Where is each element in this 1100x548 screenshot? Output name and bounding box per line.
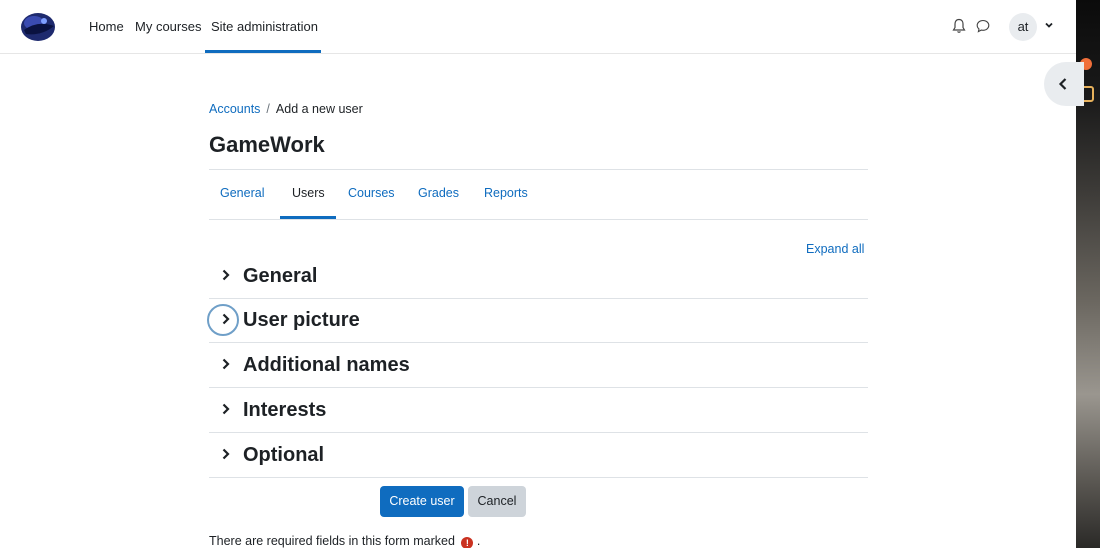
nav-active-indicator [205, 50, 321, 53]
divider [209, 387, 868, 388]
section-interests[interactable]: Interests [209, 389, 868, 433]
divider [209, 432, 868, 433]
section-title: Interests [243, 399, 327, 421]
section-title: General [243, 265, 318, 287]
create-user-button[interactable]: Create user [380, 486, 464, 517]
nav-home[interactable]: Home [89, 19, 124, 34]
breadcrumb-separator: / [266, 102, 270, 116]
chevron-right-icon [222, 448, 230, 460]
open-drawer-button[interactable] [1044, 62, 1084, 106]
tab-general[interactable]: General [220, 186, 264, 200]
nav-site-administration[interactable]: Site administration [211, 19, 318, 34]
section-general[interactable]: General [209, 255, 868, 299]
cancel-button[interactable]: Cancel [468, 486, 526, 517]
section-title: User picture [243, 309, 360, 331]
breadcrumb-accounts-link[interactable]: Accounts [209, 102, 260, 116]
site-logo[interactable] [18, 10, 58, 44]
nav-my-courses[interactable]: My courses [135, 19, 201, 34]
chevron-right-icon [222, 358, 230, 370]
chevron-right-icon [222, 269, 230, 281]
tab-courses[interactable]: Courses [348, 186, 395, 200]
breadcrumb: Accounts / Add a new user [209, 102, 363, 116]
required-note-text: There are required fields in this form m… [209, 534, 455, 548]
section-additional-names[interactable]: Additional names [209, 344, 868, 388]
section-title: Additional names [243, 354, 410, 376]
divider [209, 342, 868, 343]
required-icon: ! [461, 537, 474, 548]
chevron-right-icon [222, 403, 230, 415]
user-avatar[interactable]: at [1009, 13, 1037, 41]
tab-reports[interactable]: Reports [484, 186, 528, 200]
required-note-end: . [476, 534, 481, 548]
top-navbar: Home My courses Site administration at [0, 0, 1076, 54]
breadcrumb-current: Add a new user [275, 102, 363, 116]
section-user-picture[interactable]: User picture [207, 299, 868, 343]
divider [209, 169, 868, 170]
page-title: GameWork [209, 132, 325, 157]
bell-icon[interactable] [952, 18, 966, 34]
tab-grades[interactable]: Grades [418, 186, 459, 200]
chevron-left-icon [1058, 78, 1067, 90]
section-title: Optional [243, 444, 325, 466]
chevron-right-icon [222, 313, 230, 325]
tab-users[interactable]: Users [292, 186, 325, 200]
chat-icon[interactable] [976, 19, 990, 33]
required-fields-note: There are required fields in this form m… [209, 534, 480, 548]
divider [209, 219, 868, 220]
section-optional[interactable]: Optional [209, 434, 868, 478]
expand-all-link[interactable]: Expand all [806, 242, 864, 256]
divider [209, 477, 868, 478]
chevron-down-icon[interactable] [1044, 20, 1054, 30]
